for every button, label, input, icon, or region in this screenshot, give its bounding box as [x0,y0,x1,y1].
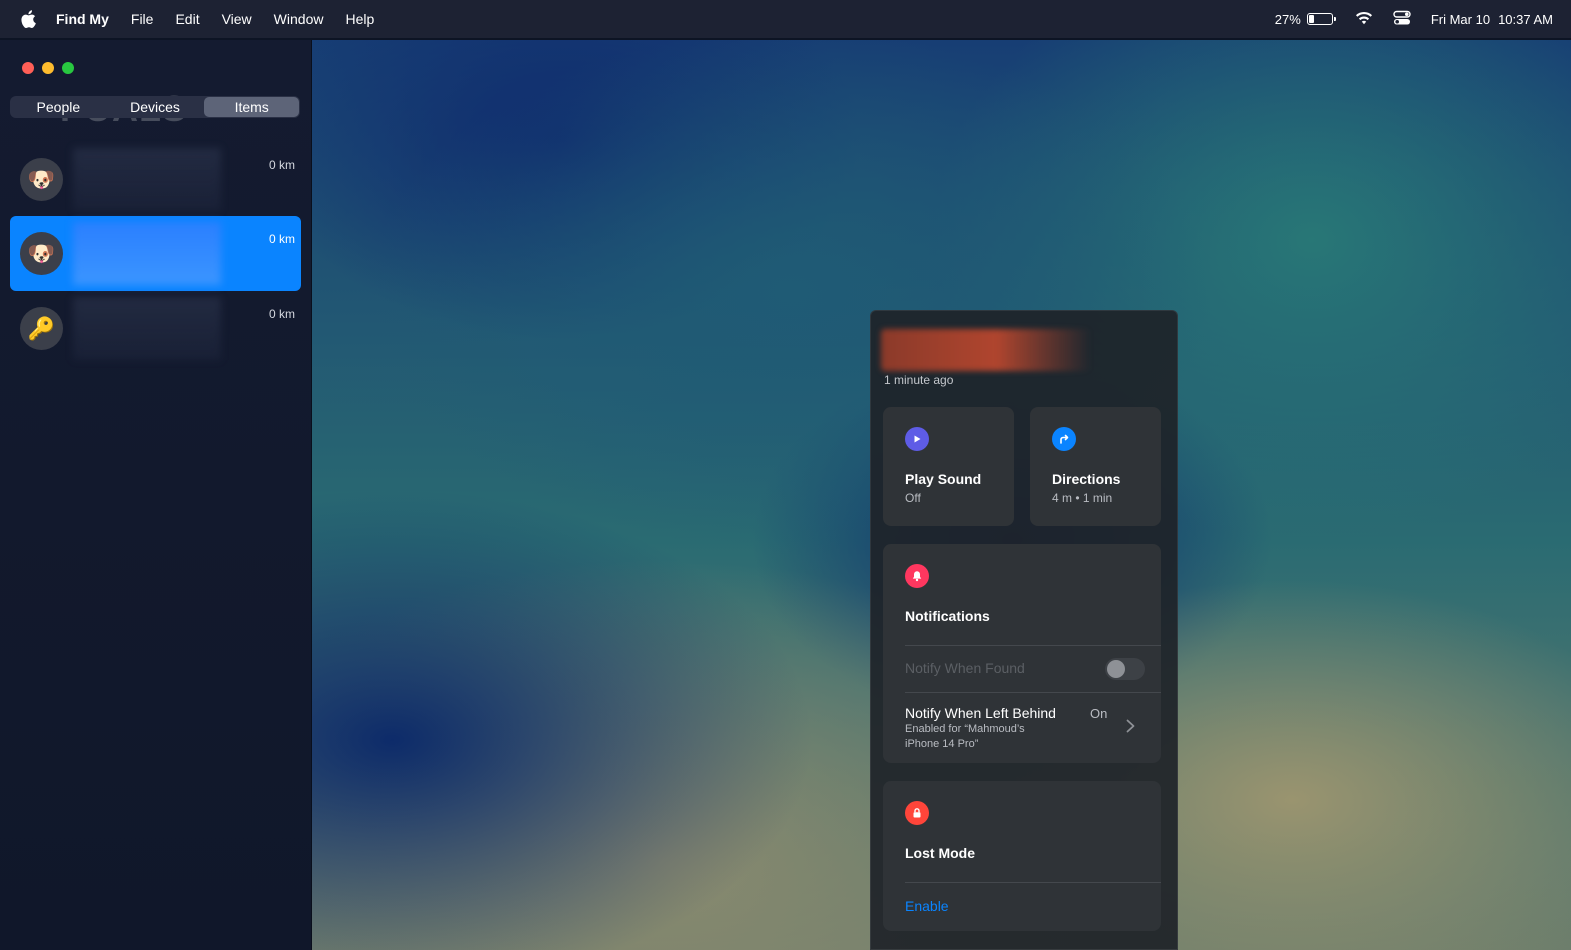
battery-fill [1308,15,1314,23]
directions-title: Directions [1052,471,1121,487]
close-button[interactable] [22,62,34,74]
list-item[interactable]: 🐶 0 km [10,142,301,217]
list-item-selected[interactable]: 🐶 0 km [10,216,301,291]
left-behind-detail-line-2: iPhone 14 Pro” [905,738,979,750]
notify-left-behind-row[interactable]: Notify When Left Behind Enabled for “Mah… [883,693,1161,763]
directions-detail: 4 m • 1 min [1052,491,1113,505]
list-item[interactable]: 🔑 0 km [10,291,301,366]
notifications-card: Notifications Notify When Found Notify W… [883,544,1161,763]
menu-file[interactable]: File [131,11,154,27]
redacted-name [73,297,221,360]
last-updated: 1 minute ago [884,373,954,387]
tab-devices[interactable]: Devices [108,97,203,117]
dog-icon: 🐶 [20,232,63,275]
directions-button[interactable]: Directions 4 m • 1 min [1030,407,1161,526]
chevron-right-icon [1126,719,1135,738]
battery-icon[interactable] [1306,13,1336,25]
lost-mode-card: Lost Mode Enable [883,781,1161,931]
notify-when-found-toggle[interactable] [1105,658,1145,680]
item-distance: 0 km [268,307,295,321]
battery-percent: 27% [1274,11,1301,27]
item-distance: 0 km [268,158,295,172]
lost-mode-title: Lost Mode [905,845,975,861]
apple-logo-icon[interactable] [18,9,38,29]
tab-items[interactable]: Items [204,97,300,117]
divider [905,645,1161,646]
lost-mode-enable-link[interactable]: Enable [905,898,949,914]
item-distance: 0 km [268,232,295,246]
notify-left-behind-label: Notify When Left Behind [905,705,1056,721]
redacted-name [73,148,221,211]
menubar-time[interactable]: 10:37 AM [1498,12,1553,27]
menu-help[interactable]: Help [345,11,374,27]
left-behind-detail-line-1: Enabled for “Mahmoud’s [905,723,1025,735]
menu-bar: Find My File Edit View Window Help 27% F… [0,0,1571,38]
item-detail-panel: 1 minute ago Play Sound Off Directions 4… [870,310,1178,950]
divider [905,882,1161,883]
play-sound-title: Play Sound [905,471,982,487]
menu-edit[interactable]: Edit [175,11,199,27]
play-sound-status: Off [905,491,921,505]
notifications-title: Notifications [905,608,990,624]
tab-people[interactable]: People [11,97,106,117]
left-behind-status: On [1090,706,1108,721]
key-icon: 🔑 [20,307,63,350]
dog-icon: 🐶 [20,158,63,201]
app-menu[interactable]: Find My [56,11,109,27]
menu-window[interactable]: Window [274,11,324,27]
wifi-icon[interactable] [1355,11,1373,28]
control-center-icon[interactable] [1393,10,1411,29]
redacted-name [73,222,221,285]
sidebar: PUALS People Devices Items 🐶 0 km 🐶 0 km… [0,40,312,950]
lock-icon [905,801,929,825]
menubar-date[interactable]: Fri Mar 10 [1431,12,1490,27]
bell-icon [905,564,929,588]
play-icon [905,427,929,451]
toggle-knob [1107,660,1125,678]
segmented-control: People Devices Items [10,96,300,118]
minimize-button[interactable] [42,62,54,74]
play-sound-button[interactable]: Play Sound Off [883,407,1014,526]
notify-when-found-label: Notify When Found [905,660,1025,676]
directions-icon [1052,427,1076,451]
menu-view[interactable]: View [222,11,252,27]
window-controls [22,62,82,74]
zoom-button[interactable] [62,62,74,74]
status-area: 27% Fri Mar 10 10:37 AM [1263,10,1553,29]
redacted-item-name [881,329,1091,371]
